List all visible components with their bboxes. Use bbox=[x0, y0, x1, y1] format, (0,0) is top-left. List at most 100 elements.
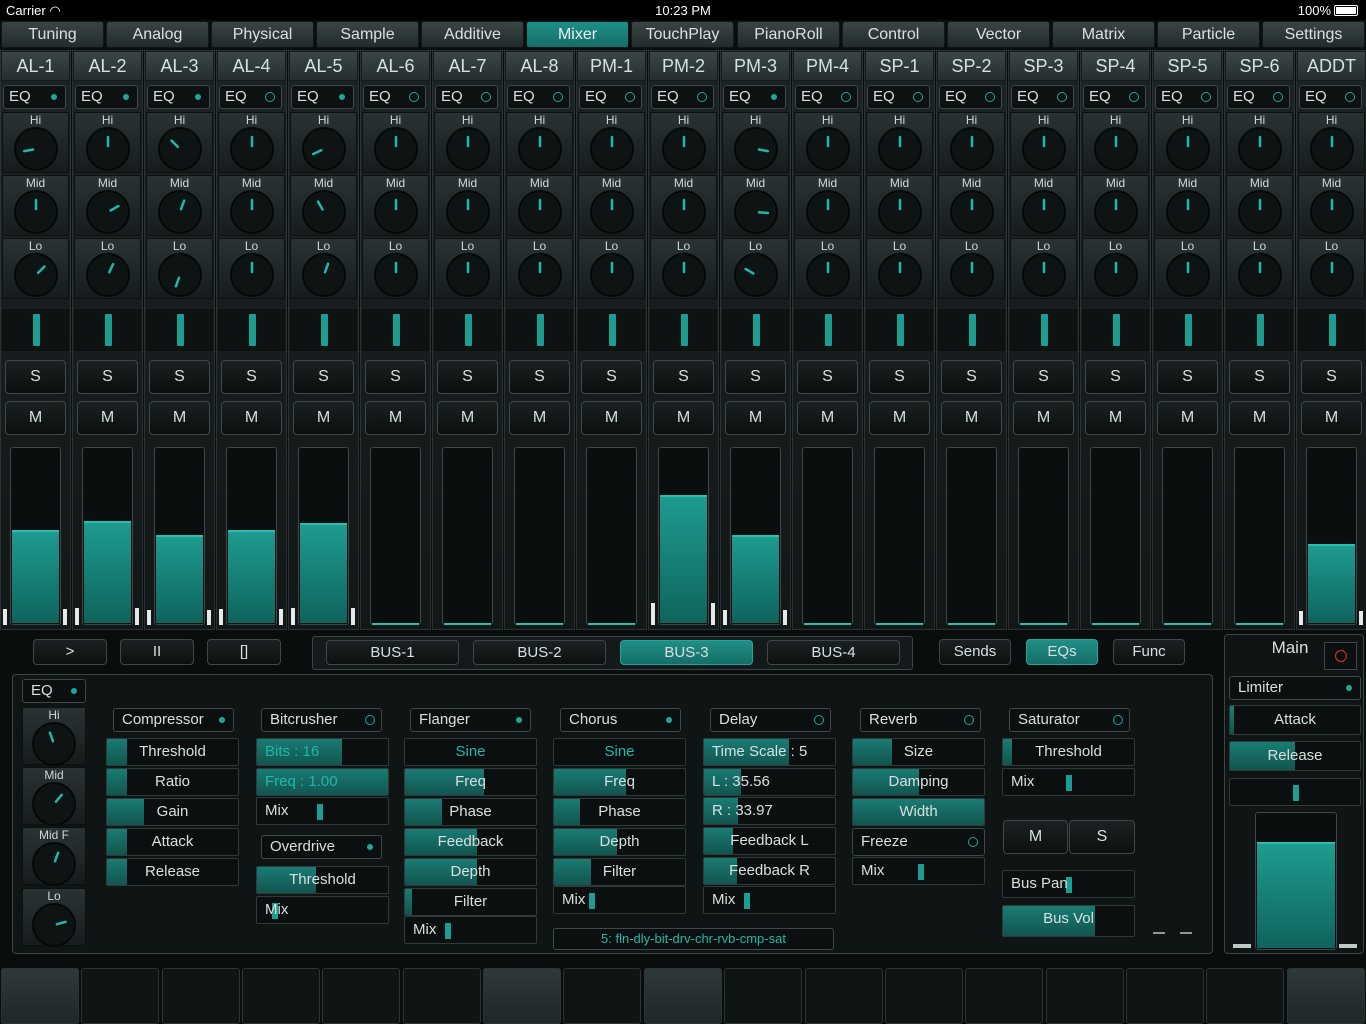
channel-volume-fader[interactable] bbox=[730, 447, 781, 625]
channel-hi-knob[interactable] bbox=[227, 124, 277, 172]
flanger-mix-slider[interactable]: Mix bbox=[404, 916, 537, 944]
channel-eq-toggle[interactable]: EQ bbox=[579, 85, 642, 109]
channel-volume-fader[interactable] bbox=[154, 447, 205, 625]
flanger-feedback-slider[interactable]: Feedback bbox=[404, 828, 537, 856]
fx-chain-order[interactable]: 5: fln-dly-bit-drv-chr-rvb-cmp-sat bbox=[553, 928, 834, 950]
bitcrusher-freq-slider[interactable]: Freq : 1.00 bbox=[256, 768, 389, 796]
pad-button[interactable] bbox=[1206, 968, 1284, 1024]
channel-pan-control[interactable] bbox=[722, 309, 789, 351]
channel-volume-fader[interactable] bbox=[1162, 447, 1213, 625]
channel-pan-control[interactable] bbox=[290, 309, 357, 351]
pad-button[interactable] bbox=[563, 968, 641, 1024]
channel-volume-fader[interactable] bbox=[946, 447, 997, 625]
channel-mid-knob[interactable] bbox=[515, 187, 565, 235]
channel-volume-fader[interactable] bbox=[1306, 447, 1357, 625]
channel-lo-knob[interactable] bbox=[731, 250, 781, 298]
bus-mute-button[interactable]: M bbox=[1003, 820, 1068, 854]
channel-hi-knob[interactable] bbox=[1307, 124, 1357, 172]
bitcrusher-toggle[interactable]: Bitcrusher bbox=[261, 708, 382, 732]
channel-solo-button[interactable]: S bbox=[509, 360, 570, 394]
pad-button[interactable] bbox=[644, 968, 722, 1024]
channel-lo-knob[interactable] bbox=[443, 250, 493, 298]
channel-mid-knob[interactable] bbox=[443, 187, 493, 235]
tab-control[interactable]: Control bbox=[842, 21, 945, 48]
channel-volume-fader[interactable] bbox=[586, 447, 637, 625]
channel-hi-knob[interactable] bbox=[1235, 124, 1285, 172]
channel-eq-toggle[interactable]: EQ bbox=[75, 85, 138, 109]
channel-volume-fader[interactable] bbox=[298, 447, 349, 625]
channel-lo-knob[interactable] bbox=[371, 250, 421, 298]
channel-solo-button[interactable]: S bbox=[437, 360, 498, 394]
channel-mute-button[interactable]: M bbox=[1085, 401, 1146, 435]
bus-volume-slider[interactable]: Bus Vol bbox=[1002, 905, 1135, 937]
channel-mute-button[interactable]: M bbox=[941, 401, 1002, 435]
channel-mute-button[interactable]: M bbox=[1301, 401, 1362, 435]
channel-hi-knob[interactable] bbox=[83, 124, 133, 172]
channel-pan-control[interactable] bbox=[1154, 309, 1221, 351]
channel-solo-button[interactable]: S bbox=[653, 360, 714, 394]
channel-solo-button[interactable]: S bbox=[1301, 360, 1362, 394]
channel-volume-fader[interactable] bbox=[10, 447, 61, 625]
channel-hi-knob[interactable] bbox=[371, 124, 421, 172]
channel-pan-control[interactable] bbox=[578, 309, 645, 351]
channel-pan-control[interactable] bbox=[2, 309, 69, 351]
compressor-threshold-slider[interactable]: Threshold bbox=[106, 738, 239, 766]
tab-matrix[interactable]: Matrix bbox=[1052, 21, 1155, 48]
tab-analog[interactable]: Analog bbox=[106, 21, 209, 48]
channel-lo-knob[interactable] bbox=[659, 250, 709, 298]
chorus-depth-slider[interactable]: Depth bbox=[553, 828, 686, 856]
tab-particle[interactable]: Particle bbox=[1157, 21, 1260, 48]
reverb-toggle[interactable]: Reverb bbox=[860, 708, 981, 732]
channel-mid-knob[interactable] bbox=[731, 187, 781, 235]
reverb-mix-slider[interactable]: Mix bbox=[852, 857, 985, 885]
tab-mixer[interactable]: Mixer bbox=[526, 21, 629, 48]
tab-vector[interactable]: Vector bbox=[947, 21, 1050, 48]
channel-hi-knob[interactable] bbox=[587, 124, 637, 172]
pad-button[interactable] bbox=[242, 968, 320, 1024]
compressor-gain-slider[interactable]: Gain bbox=[106, 798, 239, 826]
channel-volume-fader[interactable] bbox=[226, 447, 277, 625]
bus-eq-lo-knob[interactable] bbox=[29, 900, 79, 948]
tab-settings[interactable]: Settings bbox=[1262, 21, 1365, 48]
bitcrusher-bits-slider[interactable]: Bits : 16 bbox=[256, 738, 389, 766]
pad-button[interactable] bbox=[322, 968, 400, 1024]
channel-volume-fader[interactable] bbox=[82, 447, 133, 625]
overdrive-threshold-slider[interactable]: Threshold bbox=[256, 866, 389, 894]
channel-lo-knob[interactable] bbox=[83, 250, 133, 298]
channel-mid-knob[interactable] bbox=[1235, 187, 1285, 235]
bus-pan-slider[interactable]: Bus Pan bbox=[1002, 870, 1135, 898]
channel-mute-button[interactable]: M bbox=[1013, 401, 1074, 435]
channel-volume-fader[interactable] bbox=[658, 447, 709, 625]
channel-solo-button[interactable]: S bbox=[149, 360, 210, 394]
channel-eq-toggle[interactable]: EQ bbox=[1227, 85, 1290, 109]
flanger-depth-slider[interactable]: Depth bbox=[404, 858, 537, 886]
channel-solo-button[interactable]: S bbox=[1157, 360, 1218, 394]
channel-hi-knob[interactable] bbox=[443, 124, 493, 172]
main-volume-fader[interactable] bbox=[1255, 812, 1337, 950]
channel-pan-control[interactable] bbox=[938, 309, 1005, 351]
channel-eq-toggle[interactable]: EQ bbox=[1083, 85, 1146, 109]
channel-mute-button[interactable]: M bbox=[437, 401, 498, 435]
reverb-width-slider[interactable]: Width bbox=[852, 798, 985, 826]
channel-eq-toggle[interactable]: EQ bbox=[435, 85, 498, 109]
channel-pan-control[interactable] bbox=[1298, 309, 1365, 351]
channel-mid-knob[interactable] bbox=[1091, 187, 1141, 235]
channel-lo-knob[interactable] bbox=[1307, 250, 1357, 298]
reverb-damping-slider[interactable]: Damping bbox=[852, 768, 985, 796]
channel-solo-button[interactable]: S bbox=[365, 360, 426, 394]
channel-mute-button[interactable]: M bbox=[1229, 401, 1290, 435]
channel-solo-button[interactable]: S bbox=[581, 360, 642, 394]
channel-mid-knob[interactable] bbox=[803, 187, 853, 235]
channel-volume-fader[interactable] bbox=[802, 447, 853, 625]
tab-sample[interactable]: Sample bbox=[316, 21, 419, 48]
view-eqs-button[interactable]: EQs bbox=[1026, 639, 1098, 665]
bus-button-3[interactable]: BUS-3 bbox=[620, 640, 753, 665]
channel-lo-knob[interactable] bbox=[803, 250, 853, 298]
channel-mid-knob[interactable] bbox=[11, 187, 61, 235]
channel-mute-button[interactable]: M bbox=[509, 401, 570, 435]
overdrive-mix-slider[interactable]: Mix bbox=[256, 896, 389, 924]
channel-pan-control[interactable] bbox=[1082, 309, 1149, 351]
overdrive-toggle[interactable]: Overdrive bbox=[261, 835, 382, 859]
channel-hi-knob[interactable] bbox=[515, 124, 565, 172]
channel-eq-toggle[interactable]: EQ bbox=[867, 85, 930, 109]
